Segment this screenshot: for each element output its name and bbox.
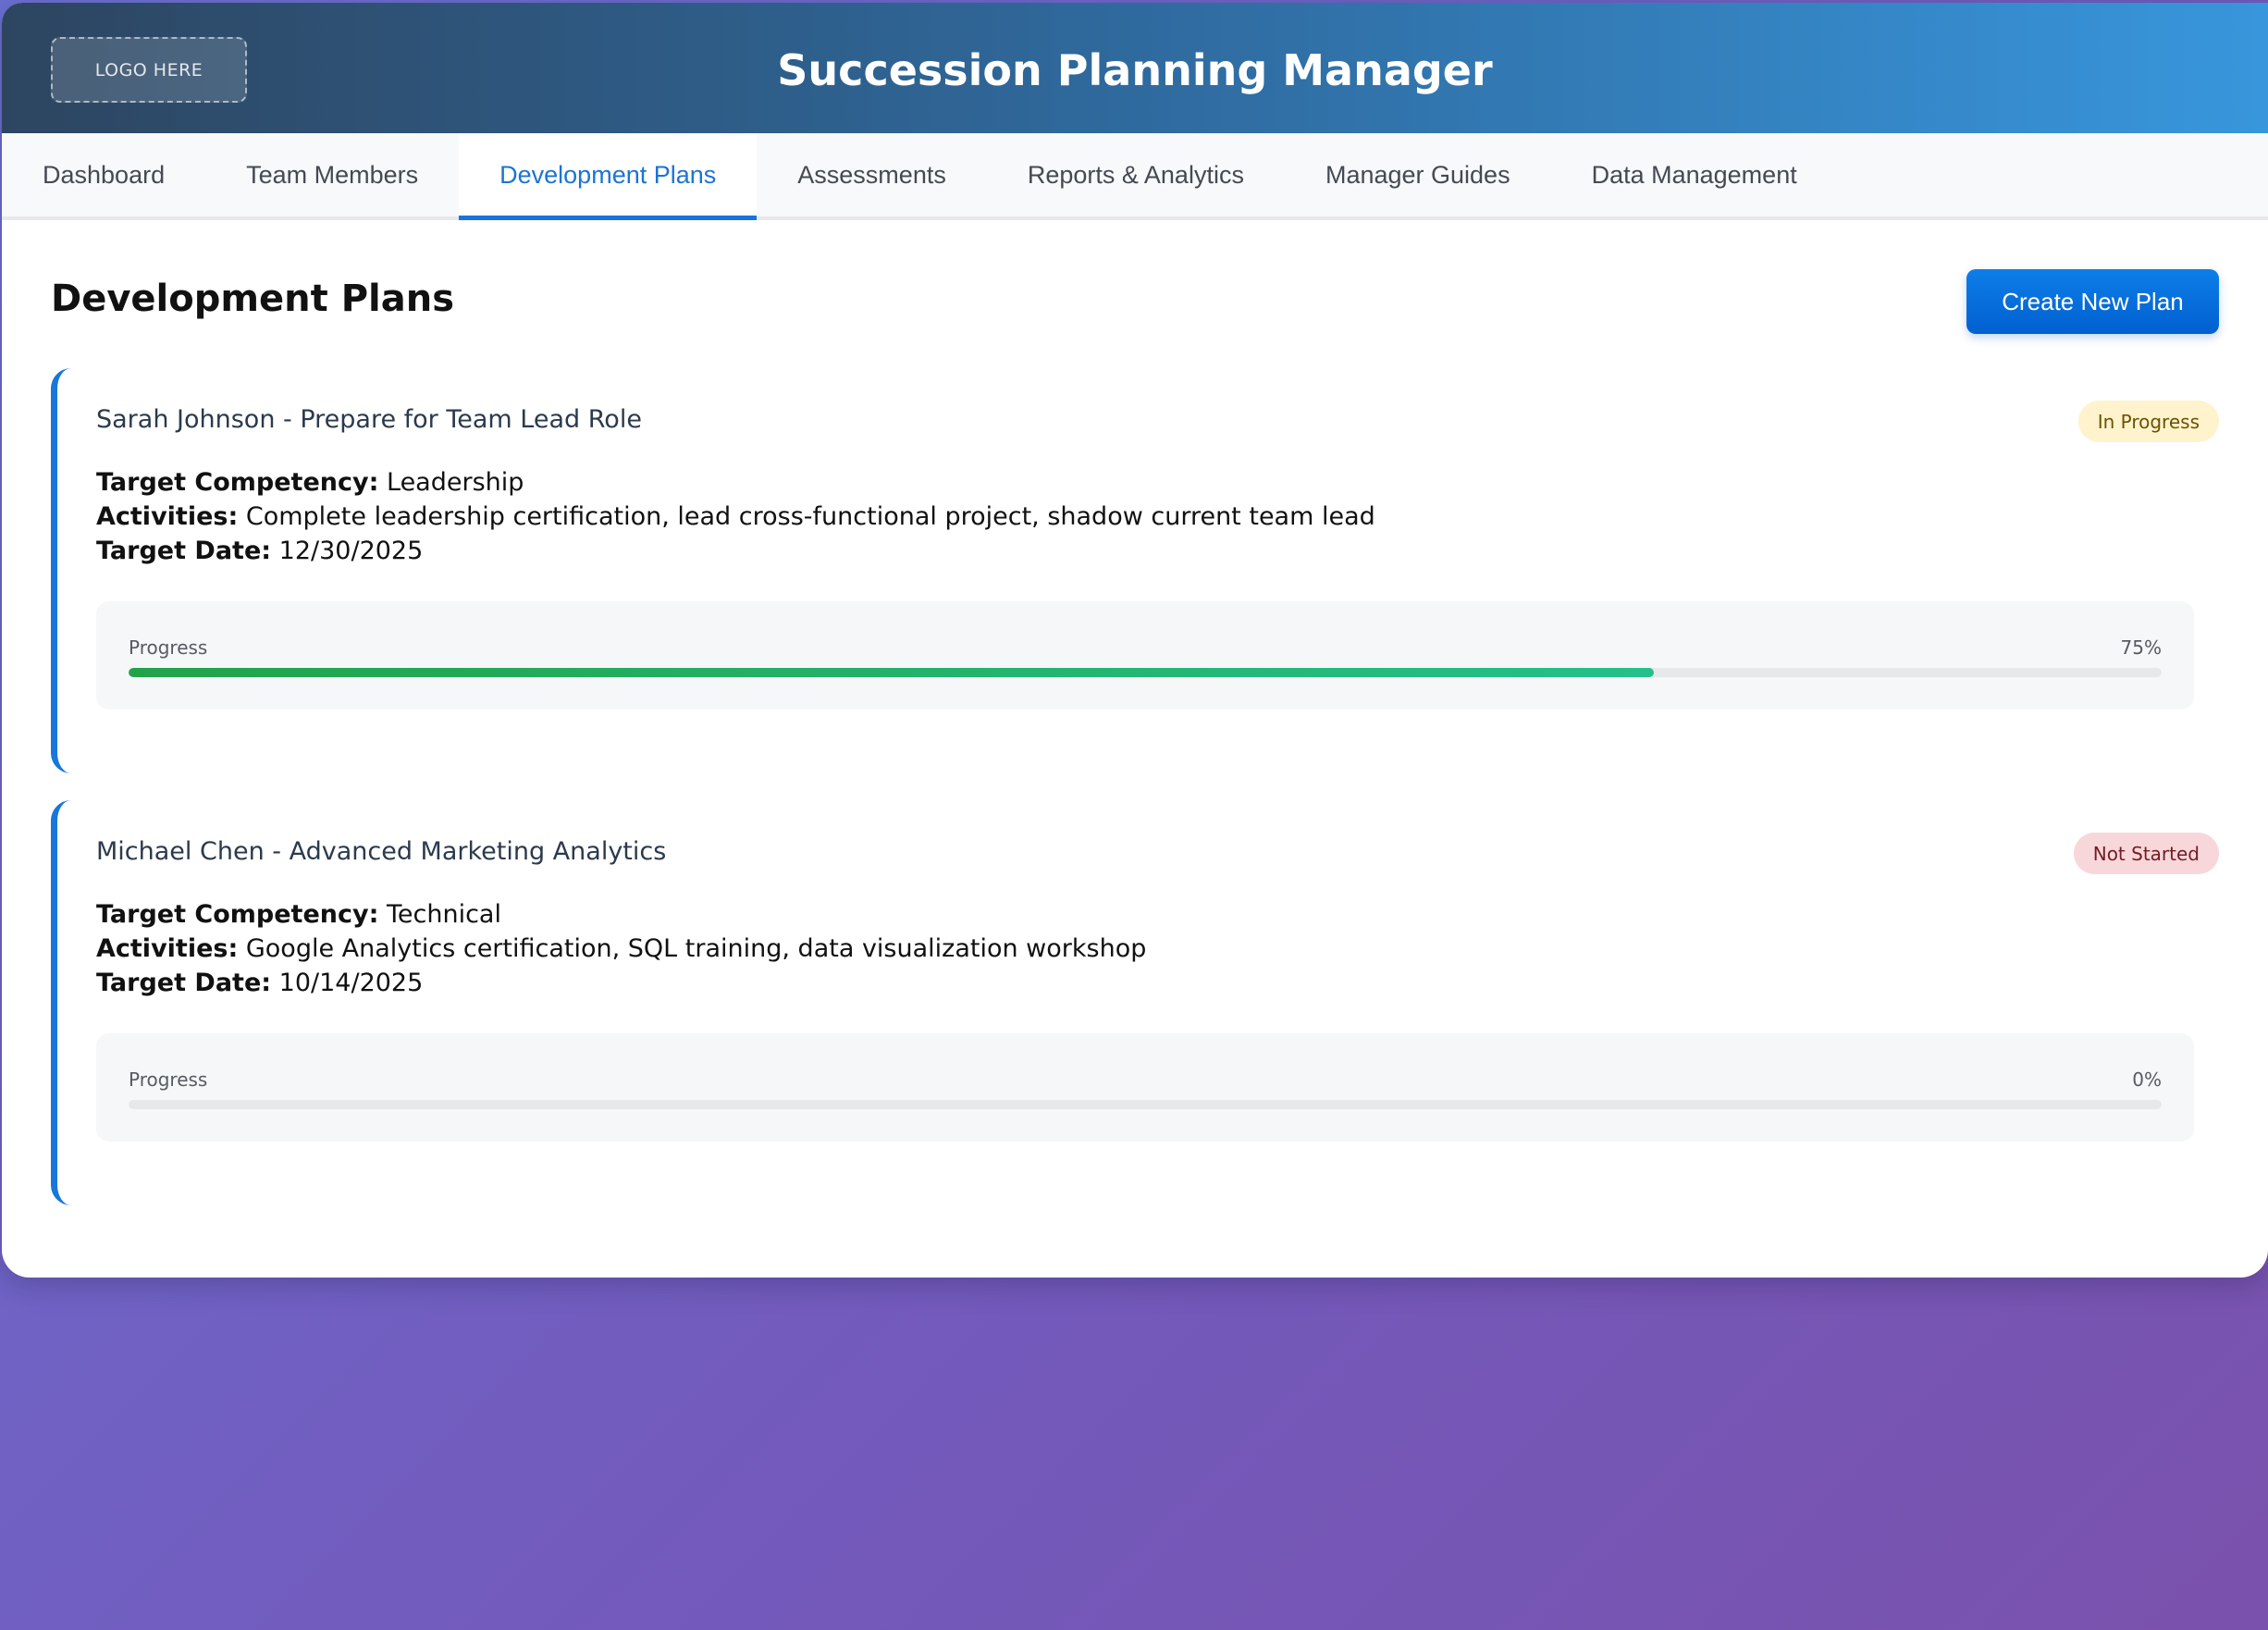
progress-fill: [129, 668, 1654, 677]
activities-row: Activities: Google Analytics certificati…: [96, 932, 1146, 966]
progress-panel: Progress 0%: [96, 1033, 2194, 1142]
date-row: Target Date: 12/30/2025: [96, 534, 1375, 568]
page-title: Development Plans: [51, 278, 454, 320]
app-window: LOGO HERE Succession Planning Manager Da…: [2, 3, 2268, 1278]
progress-percent: 0%: [2132, 1068, 2162, 1091]
tab-reports-analytics[interactable]: Reports & Analytics: [987, 133, 1285, 216]
app-header: LOGO HERE Succession Planning Manager: [2, 3, 2268, 133]
tab-development-plans[interactable]: Development Plans: [459, 133, 758, 220]
plan-card: Michael Chen - Advanced Marketing Analyt…: [51, 800, 2219, 1205]
plan-details: Target Competency: Leadership Activities…: [96, 465, 1375, 568]
tab-data-management[interactable]: Data Management: [1551, 133, 1838, 216]
date-row: Target Date: 10/14/2025: [96, 966, 1146, 1000]
date-label: Target Date:: [96, 537, 272, 565]
date-value: 10/14/2025: [278, 969, 424, 997]
plan-details: Target Competency: Technical Activities:…: [96, 897, 1146, 1000]
tab-manager-guides[interactable]: Manager Guides: [1285, 133, 1551, 216]
activities-label: Activities:: [96, 502, 239, 531]
progress-track: [129, 1100, 2162, 1109]
date-label: Target Date:: [96, 969, 272, 997]
tab-dashboard[interactable]: Dashboard: [2, 133, 205, 216]
main-nav: Dashboard Team Members Development Plans…: [2, 133, 2268, 220]
plan-title: Michael Chen - Advanced Marketing Analyt…: [96, 837, 667, 866]
competency-row: Target Competency: Technical: [96, 897, 1146, 932]
competency-value: Leadership: [387, 468, 524, 497]
activities-row: Activities: Complete leadership certific…: [96, 500, 1375, 534]
competency-label: Target Competency:: [96, 900, 379, 929]
activities-value: Google Analytics certification, SQL trai…: [245, 934, 1147, 963]
competency-value: Technical: [387, 900, 501, 929]
plan-title: Sarah Johnson - Prepare for Team Lead Ro…: [96, 405, 642, 434]
competency-row: Target Competency: Leadership: [96, 465, 1375, 500]
tab-team-members[interactable]: Team Members: [205, 133, 459, 216]
tab-assessments[interactable]: Assessments: [757, 133, 987, 216]
competency-label: Target Competency:: [96, 468, 379, 497]
status-badge: Not Started: [2073, 833, 2219, 874]
progress-panel: Progress 75%: [96, 601, 2194, 710]
activities-label: Activities:: [96, 934, 239, 963]
app-title: Succession Planning Manager: [777, 45, 1493, 95]
status-badge: In Progress: [2077, 401, 2219, 442]
progress-percent: 75%: [2120, 636, 2162, 659]
activities-value: Complete leadership certification, lead …: [245, 502, 1375, 531]
progress-track: [129, 668, 2162, 677]
progress-label: Progress: [129, 1068, 208, 1091]
plan-card: Sarah Johnson - Prepare for Team Lead Ro…: [51, 368, 2219, 773]
date-value: 12/30/2025: [278, 537, 424, 565]
create-new-plan-button[interactable]: Create New Plan: [1966, 269, 2219, 334]
progress-label: Progress: [129, 636, 208, 659]
